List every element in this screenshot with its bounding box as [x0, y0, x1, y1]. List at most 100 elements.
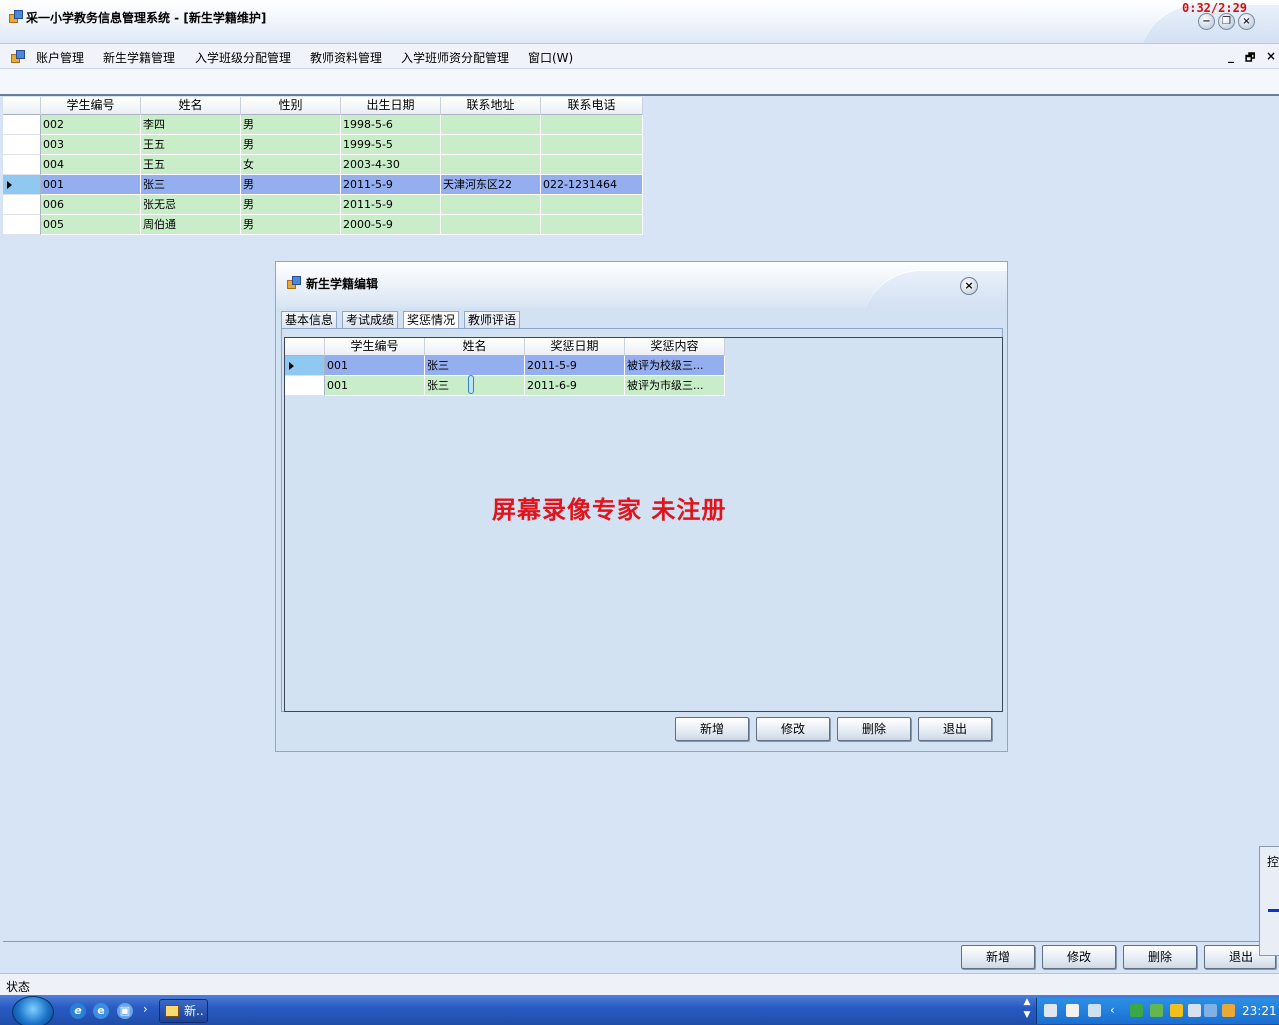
- table-row[interactable]: 001 张三男 2011-5-9 天津河东区22 022-1231464: [3, 175, 643, 195]
- table-row[interactable]: 004 王五女 2003-4-30: [3, 155, 643, 175]
- minimize-button[interactable]: −: [1198, 13, 1215, 30]
- row-header[interactable]: [3, 135, 41, 155]
- mdi-restore-button[interactable]: 🗗: [1245, 49, 1255, 68]
- menu-account[interactable]: 账户管理: [36, 49, 84, 66]
- table-cell[interactable]: 002: [41, 115, 141, 135]
- table-cell[interactable]: 1999-5-5: [341, 135, 441, 155]
- table-cell[interactable]: [541, 195, 643, 215]
- table-cell[interactable]: 李四: [141, 115, 241, 135]
- table-cell[interactable]: 男: [241, 115, 341, 135]
- help-icon[interactable]: [1066, 1004, 1079, 1017]
- table-cell[interactable]: 天津河东区22: [441, 175, 541, 195]
- display-icon[interactable]: [1204, 1004, 1217, 1017]
- table-row[interactable]: 002 李四男 1998-5-6: [3, 115, 643, 135]
- mdi-close-button[interactable]: ×: [1266, 49, 1276, 63]
- table-row[interactable]: 006 张无忌男 2011-5-9: [3, 195, 643, 215]
- table-cell[interactable]: 001: [41, 175, 141, 195]
- table-cell[interactable]: [441, 135, 541, 155]
- menu-teacher-assignment[interactable]: 入学班师资分配管理: [401, 49, 509, 66]
- app-tray-icon[interactable]: [1222, 1004, 1235, 1017]
- tab-rewards[interactable]: 奖惩情况: [403, 311, 460, 329]
- start-button[interactable]: [12, 996, 54, 1025]
- edit-button[interactable]: 修改: [1042, 945, 1116, 969]
- table-cell[interactable]: 2011-5-9: [525, 356, 625, 376]
- table-cell[interactable]: 022-1231464: [541, 175, 643, 195]
- table-cell[interactable]: 男: [241, 175, 341, 195]
- browser-icon[interactable]: e: [93, 1003, 109, 1019]
- restore-button[interactable]: ❐: [1218, 13, 1235, 30]
- table-cell[interactable]: 2011-5-9: [341, 195, 441, 215]
- student-grid[interactable]: 学生编号 姓名 性别 出生日期 联系地址 联系电话 002 李四男 1998-5-6…: [3, 97, 643, 235]
- table-cell[interactable]: 004: [41, 155, 141, 175]
- table-cell[interactable]: [541, 115, 643, 135]
- table-cell[interactable]: 周伯通: [141, 215, 241, 235]
- table-cell[interactable]: [441, 215, 541, 235]
- table-cell[interactable]: [541, 215, 643, 235]
- table-row[interactable]: 001 张三 2011-6-9 被评为市级三...: [285, 376, 725, 396]
- table-cell[interactable]: 2003-4-30: [341, 155, 441, 175]
- add-button[interactable]: 新增: [961, 945, 1035, 969]
- menu-class-assignment[interactable]: 入学班级分配管理: [195, 49, 291, 66]
- network-icon[interactable]: [1150, 1004, 1163, 1017]
- keyboard-icon[interactable]: [1044, 1004, 1057, 1017]
- tray-expand-icon[interactable]: ‹: [1110, 1004, 1123, 1017]
- row-header[interactable]: [3, 115, 41, 135]
- row-header[interactable]: [3, 195, 41, 215]
- table-cell[interactable]: 张三: [425, 356, 525, 376]
- close-button[interactable]: ×: [1238, 13, 1255, 30]
- qq-icon[interactable]: [1170, 1004, 1183, 1017]
- table-cell[interactable]: 王五: [141, 155, 241, 175]
- tray-scroll-icon[interactable]: ▲ ▼: [1020, 996, 1034, 1025]
- grid-corner[interactable]: [3, 97, 41, 115]
- column-header[interactable]: 姓名: [425, 338, 525, 356]
- table-cell[interactable]: [541, 155, 643, 175]
- table-row[interactable]: 001 张三 2011-5-9 被评为校级三...: [285, 356, 725, 376]
- security-icon[interactable]: [1130, 1004, 1143, 1017]
- table-cell[interactable]: 女: [241, 155, 341, 175]
- column-header[interactable]: 姓名: [141, 97, 241, 115]
- menu-student-registry[interactable]: 新生学籍管理: [103, 49, 175, 66]
- mdi-minimize-button[interactable]: _: [1228, 49, 1234, 63]
- dialog-edit-button[interactable]: 修改: [756, 717, 830, 741]
- column-header[interactable]: 学生编号: [41, 97, 141, 115]
- mdi-child-icon[interactable]: [11, 50, 25, 63]
- table-row[interactable]: 005 周伯通男 2000-5-9: [3, 215, 643, 235]
- ie-icon[interactable]: e: [70, 1003, 86, 1019]
- quicklaunch-chevron-icon[interactable]: ›: [143, 1002, 148, 1016]
- row-header[interactable]: [285, 356, 325, 376]
- column-header[interactable]: 联系地址: [441, 97, 541, 115]
- table-cell[interactable]: [441, 115, 541, 135]
- volume-icon[interactable]: [1188, 1004, 1201, 1017]
- table-cell[interactable]: 被评为校级三...: [625, 356, 725, 376]
- table-cell[interactable]: [541, 135, 643, 155]
- table-cell[interactable]: 005: [41, 215, 141, 235]
- column-header[interactable]: 性别: [241, 97, 341, 115]
- table-cell[interactable]: 001: [325, 376, 425, 396]
- taskbar-app-button[interactable]: 新..: [159, 999, 208, 1023]
- table-cell[interactable]: 003: [41, 135, 141, 155]
- table-cell[interactable]: 张三: [141, 175, 241, 195]
- table-cell[interactable]: 张三: [425, 376, 525, 396]
- menu-window[interactable]: 窗口(W): [528, 49, 573, 66]
- ime-icon[interactable]: [1088, 1004, 1101, 1017]
- row-header[interactable]: [3, 175, 41, 195]
- column-header[interactable]: 奖惩内容: [625, 338, 725, 356]
- tab-exam-scores[interactable]: 考试成绩: [342, 311, 399, 328]
- table-cell[interactable]: 张无忌: [141, 195, 241, 215]
- dialog-close-button[interactable]: ×: [960, 277, 978, 295]
- table-cell[interactable]: 王五: [141, 135, 241, 155]
- row-header[interactable]: [285, 376, 325, 396]
- table-cell[interactable]: [441, 155, 541, 175]
- table-cell[interactable]: 男: [241, 215, 341, 235]
- rewards-grid[interactable]: 学生编号 姓名 奖惩日期 奖惩内容 001 张三 2011-5-9 被评为校级三...…: [285, 338, 725, 396]
- column-header[interactable]: 联系电话: [541, 97, 643, 115]
- table-row[interactable]: 003 王五男 1999-5-5: [3, 135, 643, 155]
- table-cell[interactable]: 2000-5-9: [341, 215, 441, 235]
- table-cell[interactable]: 被评为市级三...: [625, 376, 725, 396]
- row-header[interactable]: [3, 215, 41, 235]
- table-cell[interactable]: 006: [41, 195, 141, 215]
- tab-basic-info[interactable]: 基本信息: [281, 311, 338, 328]
- table-cell[interactable]: 2011-6-9: [525, 376, 625, 396]
- tab-teacher-comments[interactable]: 教师评语: [464, 311, 521, 328]
- table-cell[interactable]: [441, 195, 541, 215]
